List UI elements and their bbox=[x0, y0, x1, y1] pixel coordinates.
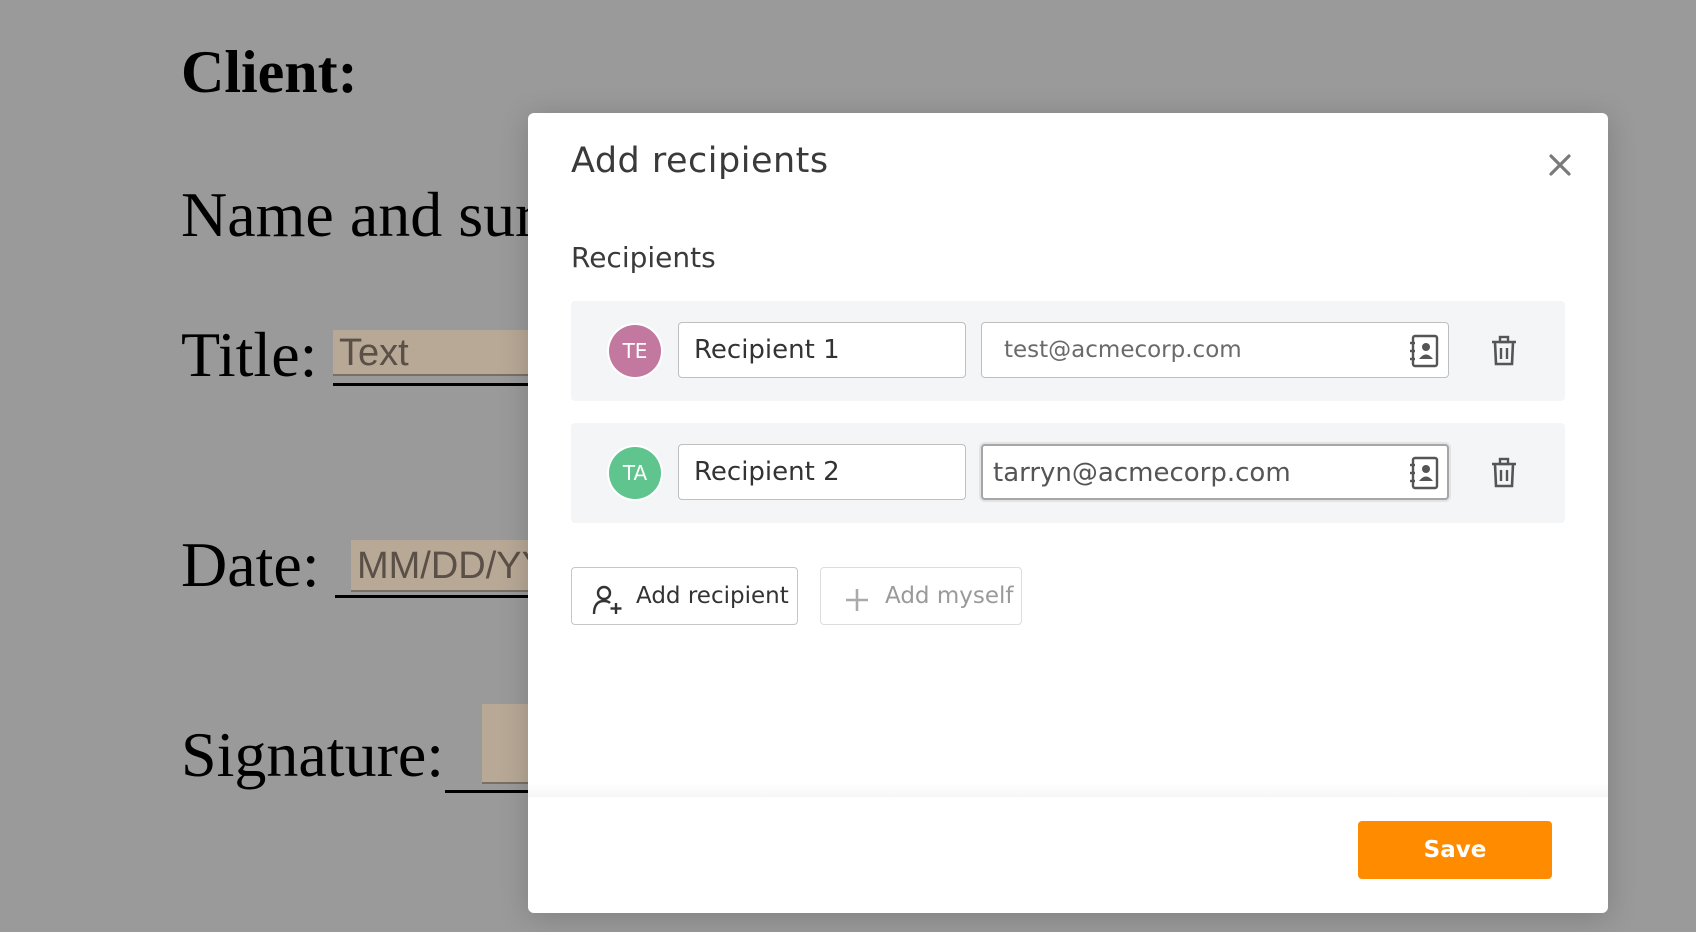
recipient-name-input[interactable]: Recipient 1 bbox=[678, 322, 966, 378]
delete-recipient-icon[interactable] bbox=[1489, 335, 1519, 367]
contact-book-icon[interactable] bbox=[1409, 334, 1441, 368]
date-field: MM/DD/YY bbox=[351, 540, 551, 592]
recipient-email-input[interactable]: tarryn@acmecorp.com bbox=[981, 444, 1449, 500]
recipients-section-label: Recipients bbox=[571, 241, 716, 274]
add-myself-label: Add myself bbox=[885, 583, 1014, 609]
close-icon[interactable] bbox=[1542, 147, 1578, 183]
add-user-icon bbox=[592, 581, 624, 615]
client-heading: Client: bbox=[181, 39, 358, 105]
recipient-row: TE Recipient 1 test@acmecorp.com bbox=[571, 301, 1565, 401]
add-recipients-modal: Add recipients Recipients TE Recipient 1… bbox=[528, 113, 1608, 913]
save-button[interactable]: Save bbox=[1358, 821, 1552, 879]
plus-icon bbox=[841, 581, 873, 613]
contact-book-icon[interactable] bbox=[1409, 456, 1441, 490]
recipient-row: TA Recipient 2 tarryn@acmecorp.com bbox=[571, 423, 1565, 523]
recipient-name-input[interactable]: Recipient 2 bbox=[678, 444, 966, 500]
signature-label: Signature: bbox=[181, 719, 445, 790]
footer-divider bbox=[528, 783, 1608, 797]
avatar: TE bbox=[609, 325, 661, 377]
name-label: Name and sur bbox=[181, 179, 537, 250]
date-label: Date: bbox=[181, 529, 320, 600]
title-field: Text bbox=[333, 330, 553, 376]
delete-recipient-icon[interactable] bbox=[1489, 457, 1519, 489]
date-underline bbox=[335, 595, 555, 598]
title-underline bbox=[333, 383, 553, 386]
add-myself-button[interactable]: Add myself bbox=[820, 567, 1022, 625]
avatar: TA bbox=[609, 447, 661, 499]
add-recipient-label: Add recipient bbox=[636, 583, 789, 609]
title-label: Title: bbox=[181, 319, 318, 390]
add-recipient-button[interactable]: Add recipient bbox=[571, 567, 798, 625]
modal-title: Add recipients bbox=[571, 141, 829, 181]
recipient-email-input[interactable]: test@acmecorp.com bbox=[981, 322, 1449, 378]
